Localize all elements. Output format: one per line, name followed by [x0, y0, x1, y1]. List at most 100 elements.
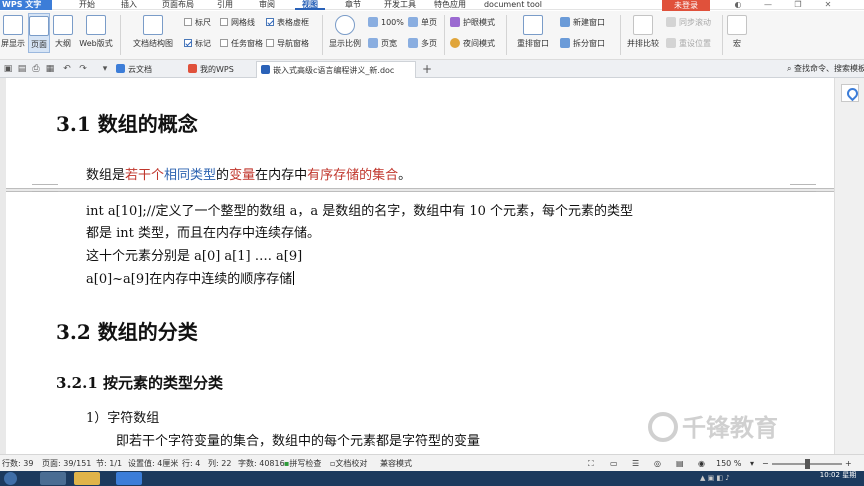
zoom-100-icon [368, 17, 378, 27]
ruler-checkbox[interactable]: 标尺 [184, 16, 211, 29]
arrange-windows-button[interactable]: 重排窗口 [510, 13, 556, 53]
vertical-scrollbar[interactable] [834, 78, 864, 454]
zoom-percent[interactable]: 150 % [716, 455, 741, 472]
fullscreen-status-icon[interactable]: ⛶ [588, 455, 594, 472]
tab-dev-tools[interactable]: 开发工具 [378, 0, 422, 10]
doc-proofread-button[interactable]: ▫文档校对 [330, 455, 367, 472]
document-page[interactable]: 3.1 数组的概念 数组是若干个相同类型的变量在内存中有序存储的集合。 int … [6, 78, 834, 454]
save-icon[interactable]: ▣ [3, 64, 13, 74]
redo-icon[interactable]: ↷ [78, 64, 88, 74]
tab-cloud-docs[interactable]: 云文档 [112, 61, 180, 78]
command-search[interactable]: ⌕ 查找命令、搜索模板 [787, 60, 864, 78]
split-window-button[interactable]: 拆分窗口 [560, 37, 605, 50]
tab-document-tool[interactable]: document tool [482, 0, 544, 10]
status-line-count: 行数: 39 [2, 459, 34, 468]
skin-icon[interactable]: ◐ [730, 0, 746, 10]
web-view-button[interactable]: Web版式 [76, 13, 116, 53]
zoom-in-icon[interactable]: + [845, 455, 852, 472]
web-view-status-icon[interactable]: ◎ [654, 455, 661, 472]
page-corner-mark [790, 184, 816, 192]
doc-map-button[interactable]: 文档结构图 [126, 13, 180, 53]
os-taskbar: ▲ ▣ ◧ ♪ 10:02 星期 [0, 471, 864, 486]
tab-special[interactable]: 特色应用 [428, 0, 472, 10]
reset-position-icon [666, 38, 676, 48]
status-setting: 设置值: 4厘米 [128, 459, 179, 468]
status-word-count[interactable]: 字数: 40816 [238, 455, 285, 472]
undo-icon[interactable]: ↶ [62, 64, 72, 74]
list-item: 1）字符数组 [86, 411, 160, 426]
restore-icon[interactable]: ❐ [790, 0, 806, 10]
ribbon-divider [620, 15, 621, 55]
tab-home[interactable]: 开始 [72, 0, 102, 10]
single-page-icon [408, 17, 418, 27]
preview-icon[interactable]: ▦ [45, 64, 55, 74]
status-page[interactable]: 页面: 39/151 [42, 455, 91, 472]
page-width-icon [368, 38, 378, 48]
read-mode-status-icon[interactable]: ▤ [676, 455, 684, 472]
page-view-button[interactable]: 页面 [28, 13, 50, 53]
new-window-icon [560, 17, 570, 27]
gridlines-checkbox[interactable]: 网格线 [220, 16, 255, 29]
eye-mode-button[interactable]: 护眼模式 [450, 16, 495, 29]
macro-button[interactable]: 宏 [726, 13, 748, 53]
dropdown-icon[interactable]: ▾ [100, 64, 110, 74]
page-corner-mark [32, 184, 58, 192]
multi-page-button[interactable]: 多页 [408, 37, 437, 50]
page-view-status-icon[interactable]: ▭ [610, 455, 618, 472]
tab-current-document[interactable]: 嵌入式高级c语言编程讲义_新.doc [256, 61, 416, 78]
tray-icons[interactable]: ▲ ▣ ◧ ♪ [700, 474, 730, 482]
fullscreen-button[interactable]: 屏显示 [0, 13, 26, 53]
markup-checkbox[interactable]: 标记 [184, 37, 211, 50]
checkbox-icon [220, 39, 228, 47]
fullscreen-icon [3, 15, 23, 35]
checkbox-icon [220, 18, 228, 26]
outline-status-icon[interactable]: ☰ [632, 455, 639, 472]
macro-icon [727, 15, 747, 35]
login-button[interactable]: 未登录 [662, 0, 710, 11]
tab-chapter[interactable]: 章节 [338, 0, 368, 10]
app-menu-button[interactable]: WPS 文字 [0, 0, 52, 10]
moon-icon [450, 38, 460, 48]
side-by-side-button[interactable]: 并排比较 [624, 13, 662, 53]
list-item-description: 即若干个字符变量的集合，数组中的每个元素都是字符型的变量 [116, 434, 481, 449]
close-icon[interactable]: ✕ [820, 0, 836, 10]
task-pane-checkbox[interactable]: 任务窗格 [220, 37, 263, 50]
page-width-button[interactable]: 页宽 [368, 37, 397, 50]
tab-references[interactable]: 引用 [210, 0, 240, 10]
eye-mode-status-icon[interactable]: ◉ [698, 455, 705, 472]
export-icon[interactable]: ▤ [17, 64, 27, 74]
minimize-icon[interactable]: — [760, 0, 776, 10]
tab-review[interactable]: 审阅 [252, 0, 282, 10]
tab-my-wps[interactable]: 我的WPS [184, 61, 254, 78]
table-frame-checkbox[interactable]: 表格虚框 [266, 16, 309, 29]
wps-writer-icon[interactable] [116, 472, 142, 485]
zoom-dropdown-icon[interactable]: ▾ [750, 455, 754, 472]
wps-logo-icon [188, 64, 197, 73]
new-window-button[interactable]: 新建窗口 [560, 16, 605, 29]
folder-icon[interactable] [74, 472, 100, 485]
location-pin-icon[interactable] [841, 84, 859, 102]
tab-page-layout[interactable]: 页面布局 [156, 0, 200, 10]
start-button-icon[interactable] [4, 472, 17, 485]
nav-pane-checkbox[interactable]: 导航窗格 [266, 37, 309, 50]
zoom-100-button[interactable]: 100% [368, 16, 404, 29]
print-icon[interactable]: ⎙ [31, 64, 41, 74]
sync-scroll-icon [666, 17, 676, 27]
tab-insert[interactable]: 插入 [114, 0, 144, 10]
add-tab-button[interactable]: + [422, 63, 432, 75]
status-row: 行: 4 [182, 459, 201, 468]
reset-position-button[interactable]: 重设位置 [666, 37, 711, 50]
checked-icon [266, 18, 274, 26]
zoom-slider-thumb[interactable] [805, 459, 810, 469]
tab-view[interactable]: 视图 [295, 0, 325, 10]
zoom-out-icon[interactable]: − [762, 455, 769, 472]
ribbon-view: 屏显示 页面 大纲 Web版式 文档结构图 标尺 网格线 表格虚框 标记 任务窗… [0, 11, 864, 60]
single-page-button[interactable]: 单页 [408, 16, 437, 29]
night-mode-button[interactable]: 夜间模式 [450, 37, 495, 50]
zoom-ratio-button[interactable]: 显示比例 [326, 13, 364, 53]
taskbar-clock[interactable]: 10:02 星期 [812, 471, 864, 486]
outline-view-button[interactable]: 大纲 [52, 13, 74, 53]
sync-scroll-button[interactable]: 同步滚动 [666, 16, 711, 29]
spell-check-toggle[interactable]: ▪拼写检查 [284, 455, 321, 472]
taskbar-app[interactable] [40, 472, 66, 485]
